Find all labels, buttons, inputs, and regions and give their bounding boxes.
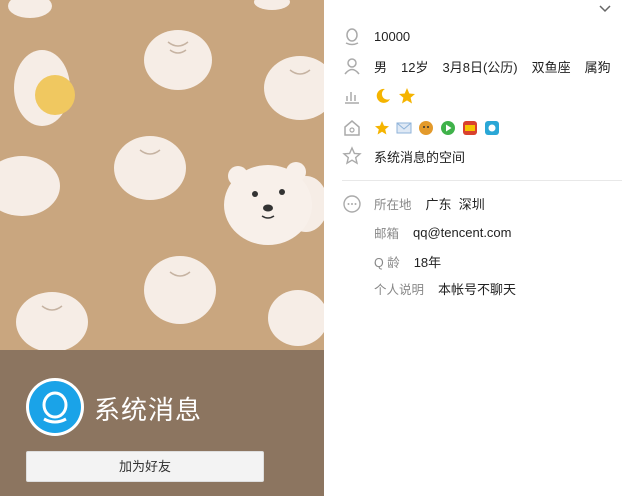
qage-value: 18年 xyxy=(413,254,442,270)
profile-cover: 系统消息 加为好友 xyxy=(0,0,324,496)
level-icons[interactable] xyxy=(374,87,416,105)
space-row: 系统消息的空间 xyxy=(342,145,465,167)
space-link[interactable]: 系统消息的空间 xyxy=(374,147,465,166)
star-outline-icon xyxy=(342,146,362,165)
mail-badge[interactable] xyxy=(396,120,412,136)
qq-number: 10000 xyxy=(374,28,411,44)
level-row xyxy=(342,85,416,107)
location-row: 所在地 广东 深圳 xyxy=(374,193,485,213)
email-label: 邮箱 xyxy=(374,226,400,241)
bear-face xyxy=(224,162,312,245)
service-badges[interactable] xyxy=(374,120,500,136)
birthday: 3月8日(公历) xyxy=(442,59,518,75)
qage-label: Q 龄 xyxy=(374,255,400,270)
avatar[interactable] xyxy=(26,378,84,436)
email-value[interactable]: qq@tencent.com xyxy=(413,225,511,240)
email-row: 邮箱 qq@tencent.com xyxy=(374,222,512,242)
moon-icon xyxy=(376,88,390,103)
pet-badge[interactable] xyxy=(418,120,434,136)
video-badge[interactable] xyxy=(440,120,456,136)
divider xyxy=(342,180,622,181)
chevron-down-icon[interactable] xyxy=(598,4,612,14)
location-value: 广东 深圳 xyxy=(425,196,485,212)
bio-value: 本帐号不聊天 xyxy=(438,281,517,297)
chinese-zodiac: 属狗 xyxy=(584,59,611,75)
profile-info-panel: 10000 男 12岁 3月8日(公历) 双鱼座 属狗 系统消息的空间 所在地 … xyxy=(324,0,622,496)
qq-penguin-icon xyxy=(42,391,68,424)
bio-row: 个人说明 本帐号不聊天 xyxy=(374,278,516,298)
zodiac: 双鱼座 xyxy=(531,59,571,75)
qq-icon xyxy=(345,28,359,46)
basic-info-row: 男 12岁 3月8日(公历) 双鱼座 属狗 xyxy=(342,55,611,77)
person-icon xyxy=(344,58,360,75)
level-chart-icon xyxy=(345,92,359,104)
gender: 男 xyxy=(374,59,388,75)
age: 12岁 xyxy=(401,59,429,75)
qq-number-row: 10000 xyxy=(342,25,410,47)
display-name: 系统消息 xyxy=(94,395,203,425)
home-icon xyxy=(344,120,360,136)
yellow-star-badge[interactable] xyxy=(374,120,390,136)
location-label: 所在地 xyxy=(374,197,412,212)
more-info-icon xyxy=(343,195,361,213)
music-badge[interactable] xyxy=(484,120,500,136)
bio-label: 个人说明 xyxy=(374,282,425,297)
star-icon xyxy=(399,88,415,104)
game-badge[interactable] xyxy=(462,120,478,136)
add-friend-button[interactable]: 加为好友 xyxy=(26,451,264,482)
services-row xyxy=(342,117,500,139)
qage-row: Q 龄 18年 xyxy=(374,251,441,271)
